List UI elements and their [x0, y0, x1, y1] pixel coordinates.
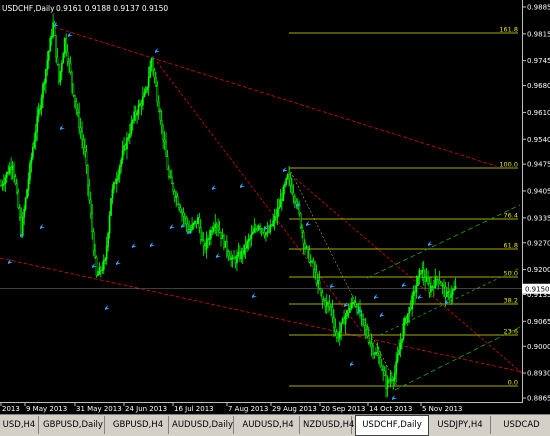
- chart-tab[interactable]: USDJPY,H4: [430, 416, 491, 434]
- candle: [95, 255, 98, 278]
- price-tick-label: 0.9000: [527, 343, 550, 351]
- time-tick-label: 9 May 2013: [26, 405, 67, 413]
- price-tick-label: 0.9540: [527, 136, 550, 144]
- price-tick-label: 0.9335: [527, 214, 550, 222]
- candle: [24, 196, 27, 212]
- candle: [62, 51, 65, 64]
- time-tick-label: 16 Jul 2013: [174, 405, 214, 413]
- candle: [110, 198, 112, 217]
- fib-level-label: 100.0: [499, 161, 518, 169]
- price-tick-label: 0.8930: [527, 370, 550, 378]
- candle: [299, 212, 302, 230]
- chart-tab[interactable]: AUDUSD,H4: [237, 416, 300, 434]
- time-tick-label: 14 Oct 2013: [369, 405, 412, 413]
- chart-tab[interactable]: NZDUSD,H4: [303, 416, 354, 434]
- chart-tab[interactable]: USDCAD: [493, 416, 550, 434]
- time-tick-label: 29 Aug 2013: [272, 405, 317, 413]
- price-tick-label: 0.9815: [527, 30, 550, 38]
- price-tick-label: 0.9610: [527, 109, 550, 117]
- fib-level-label: 38.2: [504, 297, 518, 305]
- candle: [26, 188, 28, 199]
- ohlc-readout: 0.9161 0.9188 0.9137 0.9150: [56, 4, 168, 13]
- candle: [224, 240, 227, 248]
- candle: [72, 83, 75, 98]
- time-tick-label: 7 Aug 2013: [228, 405, 268, 413]
- price-tick-label: 0.8865: [527, 395, 550, 403]
- current-price-label: 0.9150: [525, 285, 550, 293]
- time-tick-label: 2013: [2, 405, 20, 413]
- time-tick-label: 24 Jun 2013: [125, 405, 167, 413]
- time-tick-label: 31 May 2013: [76, 405, 122, 413]
- price-tick-label: 0.9475: [527, 161, 550, 169]
- symbol-title: USDCHF,Daily: [2, 4, 55, 13]
- price-tick-label: 0.9200: [527, 266, 550, 274]
- price-tick-label: 0.9270: [527, 239, 550, 247]
- fib-level-label: 161.8: [499, 26, 518, 34]
- chart-tab[interactable]: USD,H4: [0, 416, 39, 434]
- price-tick-label: 0.9885: [527, 4, 550, 12]
- candle: [417, 276, 419, 286]
- chart-tab[interactable]: GBPUSD,H4: [108, 416, 169, 434]
- chart-tab[interactable]: GBPUSD,Daily: [42, 416, 105, 434]
- price-tick-label: 0.9745: [527, 57, 550, 65]
- candle: [58, 63, 60, 85]
- candle: [53, 20, 56, 36]
- price-tick-label: 0.9680: [527, 82, 550, 90]
- fib-level-label: 50.0: [504, 270, 518, 278]
- price-tick-label: 0.9405: [527, 188, 550, 196]
- fib-level-label: 0.0: [508, 379, 518, 387]
- chart-tab[interactable]: USDCHF,Daily: [355, 415, 429, 436]
- time-tick-label: 5 Nov 2013: [422, 405, 462, 413]
- fib-level-label: 61.8: [504, 242, 518, 250]
- chart-tab-bar: USD,H4 GBPUSD,Daily GBPUSD,H4 AUDUSD,Daily A…: [0, 414, 550, 436]
- price-chart[interactable]: 161.8100.076.461.850.038.223.60.0 0.9885…: [0, 0, 550, 435]
- fib-level-label: 76.4: [504, 212, 518, 220]
- chart-tab[interactable]: AUDUSD,Daily: [172, 416, 234, 434]
- time-tick-label: 20 Sep 2013: [321, 405, 365, 413]
- price-tick-label: 0.9065: [527, 318, 550, 326]
